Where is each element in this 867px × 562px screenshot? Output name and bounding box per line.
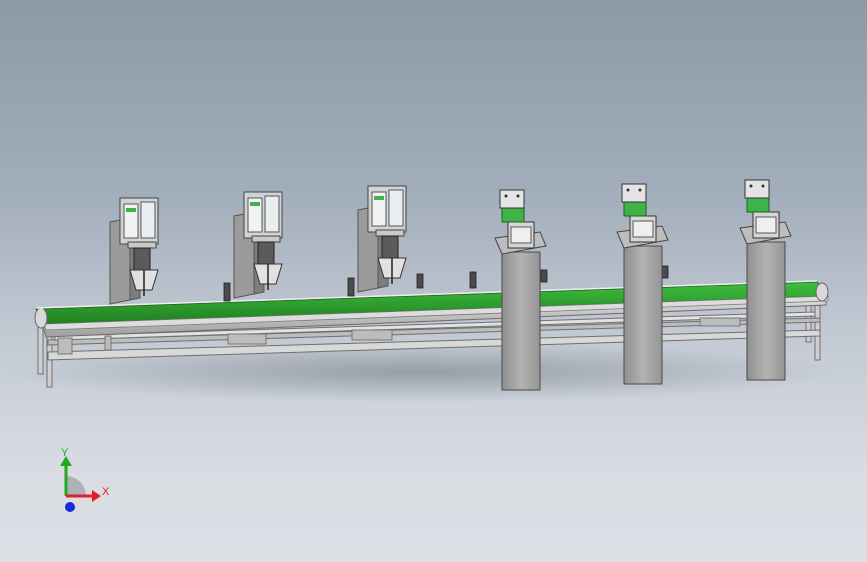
press-station-1[interactable] [494,189,547,391]
triad-quadrant-shading [66,476,86,496]
conveyor-end-roller-right [815,282,829,302]
triad-x-label: X [102,486,110,498]
triad-y-label: Y [61,447,69,459]
press-station-3[interactable] [739,179,792,381]
triad-x-arrow-icon [92,490,101,502]
reference-triad[interactable]: Y X [60,447,110,512]
conveyor-end-roller-left [34,307,48,329]
press-station-2[interactable] [616,183,669,385]
gripper-station-2[interactable] [233,191,283,299]
model-viewport[interactable]: Y X [0,0,867,562]
gripper-station-3[interactable] [357,185,407,293]
triad-z-axis-icon [65,502,75,512]
gripper-station-1[interactable] [109,197,159,305]
